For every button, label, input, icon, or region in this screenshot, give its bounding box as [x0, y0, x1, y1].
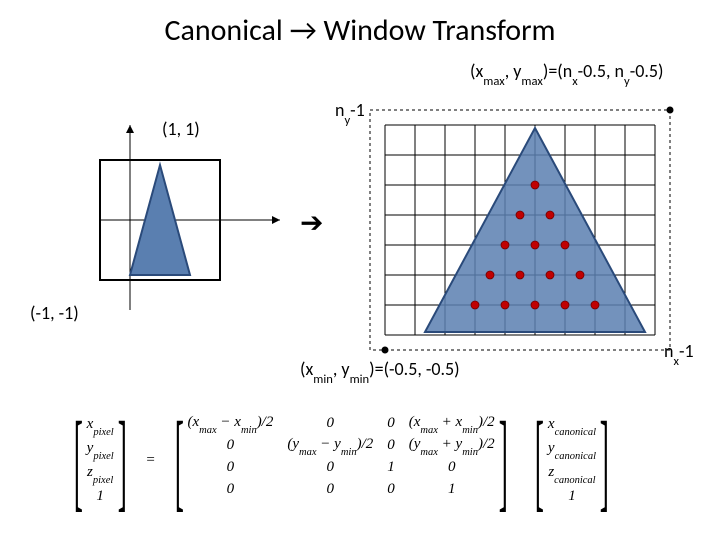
label-ny-1: ny-1: [335, 99, 365, 125]
bracket-icon: [: [535, 419, 544, 502]
title-post: Window Transform: [317, 12, 556, 49]
label-nx-1: nx-1: [664, 340, 694, 366]
label-xmax-ymax: (xmax, ymax)=(nx-0.5, ny-0.5): [470, 60, 663, 86]
matrix-equation: [ xpixel ypixel zpixel 1 ] = [ (xmax − x…: [60, 400, 660, 520]
transform-matrix: (xmax − xmin)/200(xmax + xmin)/2 0(ymax …: [187, 413, 494, 508]
title-arrow: →: [290, 12, 317, 49]
bracket-icon: ]: [600, 419, 609, 502]
bracket-icon: [: [74, 419, 83, 502]
label-neg-one-neg-one: (-1, -1): [30, 302, 79, 324]
bracket-icon: ]: [117, 419, 126, 502]
rhs-vector: xcanonical ycanonical zcanonical 1: [548, 413, 596, 508]
equals-sign: =: [146, 452, 154, 469]
transform-arrow-icon: ➔: [300, 205, 323, 240]
bracket-icon: [: [175, 419, 184, 502]
lhs-vector: xpixel ypixel zpixel 1: [87, 413, 114, 508]
label-xmin-ymin: (xmin, ymin)=(-0.5, -0.5): [300, 358, 460, 384]
title-pre: Canonical: [164, 12, 289, 49]
label-one-one: (1, 1): [162, 118, 200, 140]
canonical-figure: [80, 120, 290, 320]
window-figure: [350, 90, 690, 370]
page-title: Canonical → Window Transform: [0, 12, 720, 49]
bracket-icon: ]: [498, 419, 507, 502]
